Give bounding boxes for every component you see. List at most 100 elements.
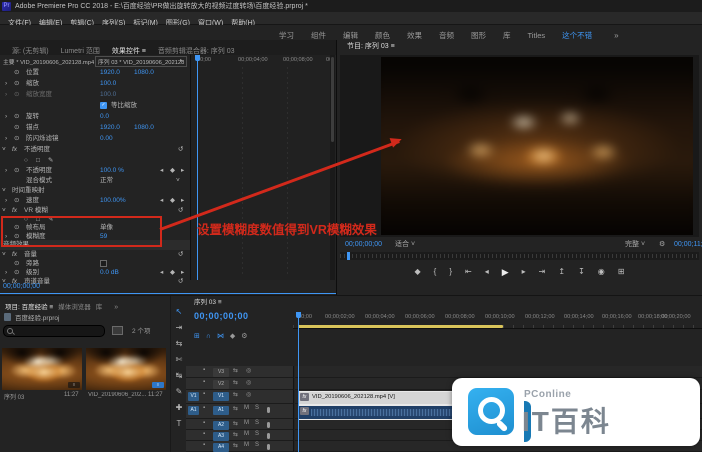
param-value[interactable]: 0.0 — [100, 112, 109, 122]
expand-chevron[interactable]: › — [5, 166, 7, 176]
insert-sequence-icon[interactable]: ⊞ — [194, 332, 200, 340]
hand-tool[interactable]: ✚ — [171, 400, 187, 416]
keyframe-playhead[interactable] — [197, 55, 198, 280]
step-forward-button[interactable]: ▸ — [522, 264, 526, 280]
track-output-eye-icon[interactable]: ◎ — [246, 367, 251, 374]
prev-keyframe-icon[interactable]: ◂ — [160, 196, 163, 206]
step-back-button[interactable]: ◂ — [485, 264, 489, 280]
timeline-timecode[interactable]: 00;00;00;00 — [194, 311, 249, 321]
source-patch-button[interactable]: V1 — [188, 392, 199, 401]
stopwatch-icon[interactable]: ⊙ — [14, 68, 19, 78]
sync-lock-icon[interactable]: ⇆ — [233, 420, 238, 427]
param-value2[interactable]: 1080.0 — [134, 68, 154, 78]
go-to-out-button[interactable]: ⇥ — [539, 264, 546, 280]
project-tab-overflow[interactable]: » — [114, 301, 118, 315]
project-item-name[interactable]: 序列 03 — [4, 392, 24, 401]
stopwatch-icon[interactable]: ⊙ — [14, 196, 19, 206]
pen-tool[interactable]: ✎ — [171, 384, 187, 400]
export-frame-button[interactable]: ◉ — [598, 264, 605, 280]
timeline-playhead[interactable] — [298, 312, 299, 452]
param-value[interactable]: 0.00 — [100, 134, 113, 144]
project-item-thumbnail[interactable]: ≡ — [86, 348, 166, 390]
lift-button[interactable]: ↥ — [558, 264, 565, 280]
stopwatch-icon[interactable]: ⊙ — [14, 166, 19, 176]
track-output-eye-icon[interactable]: ◎ — [246, 391, 251, 398]
work-area-bar[interactable] — [298, 325, 503, 328]
track-target-button[interactable]: A1 — [213, 406, 229, 415]
rect-mask-icon[interactable]: □ — [36, 156, 40, 166]
source-patch-button[interactable] — [188, 380, 199, 389]
new-bin-icon[interactable] — [112, 326, 123, 335]
project-item-thumbnail[interactable]: ≡ — [2, 348, 82, 390]
program-scrubber-playhead[interactable] — [347, 252, 350, 260]
lock-icon[interactable]: ▪ — [203, 431, 205, 437]
expand-chevron[interactable]: › — [5, 90, 7, 100]
sync-lock-icon[interactable]: ⇆ — [233, 391, 238, 398]
microphone-icon[interactable] — [267, 407, 270, 413]
track-lane[interactable] — [295, 366, 702, 378]
effect-name[interactable]: 不透明度 — [24, 145, 50, 155]
prev-keyframe-icon[interactable]: ◂ — [160, 166, 163, 176]
playback-resolution-select[interactable]: 完整 ˅ — [625, 238, 645, 251]
ellipse-mask-icon[interactable]: ○ — [24, 156, 28, 166]
program-video-frame[interactable] — [381, 57, 693, 235]
source-patch-button[interactable] — [188, 421, 199, 430]
microphone-icon[interactable] — [267, 444, 270, 450]
timeline-settings-icon[interactable]: ⚙ — [241, 332, 247, 340]
add-marker-icon[interactable]: ◆ — [230, 332, 235, 340]
scrollbar-thumb[interactable] — [331, 57, 334, 142]
keyframe-timeline-area[interactable]: 00;0000;00;04;0000;00;08;0000; — [190, 55, 331, 280]
lock-icon[interactable]: ▪ — [203, 379, 205, 385]
solo-button[interactable]: S — [255, 431, 259, 437]
program-scrubber[interactable] — [340, 252, 699, 260]
snap-icon[interactable]: ∩ — [206, 333, 211, 340]
sync-lock-icon[interactable]: ⇆ — [233, 442, 238, 449]
track-target-button[interactable]: V1 — [213, 392, 229, 401]
go-to-in-button[interactable]: ⇤ — [465, 264, 472, 280]
razor-tool[interactable]: ✄ — [171, 352, 187, 368]
slip-tool[interactable]: ↹ — [171, 368, 187, 384]
param-value[interactable]: 100.0 % — [100, 166, 124, 176]
effect-controls-timecode[interactable]: 00;00;00;00 — [3, 283, 40, 290]
sync-lock-icon[interactable]: ⇆ — [233, 379, 238, 386]
stopwatch-icon[interactable]: ⊙ — [14, 112, 19, 122]
expand-chevron[interactable]: › — [5, 112, 7, 122]
microphone-icon[interactable] — [267, 433, 270, 439]
effect-name[interactable]: 时间重映射 — [12, 186, 45, 196]
param-value2[interactable]: 1080.0 — [134, 123, 154, 133]
timeline-tab[interactable]: 序列 03 ≡ — [194, 296, 222, 309]
expand-chevron[interactable]: › — [5, 196, 7, 206]
ripple-edit-tool[interactable]: ⇆ — [171, 336, 187, 352]
add-marker-button[interactable]: ◆ — [415, 264, 421, 280]
twirl-icon[interactable]: ˅ — [2, 186, 6, 196]
sync-lock-icon[interactable]: ⇆ — [233, 431, 238, 438]
type-tool[interactable]: T — [171, 416, 187, 432]
lock-icon[interactable]: ▪ — [203, 442, 205, 448]
solo-button[interactable]: S — [255, 420, 259, 426]
lock-icon[interactable]: ▪ — [203, 420, 205, 426]
expand-chevron[interactable]: › — [5, 134, 7, 144]
lock-icon[interactable]: ▪ — [203, 367, 205, 373]
add-keyframe-icon[interactable]: ◆ — [170, 166, 175, 176]
microphone-icon[interactable] — [267, 422, 270, 428]
stopwatch-icon[interactable]: ⊙ — [14, 134, 19, 144]
project-file-name[interactable]: 百度经验.prproj — [15, 312, 59, 322]
zoom-level-select[interactable]: 适合 ˅ — [395, 238, 415, 251]
project-tab[interactable]: 库 — [96, 301, 103, 315]
stopwatch-icon[interactable]: ⊙ — [14, 123, 19, 133]
lock-icon[interactable]: ▪ — [203, 391, 205, 397]
project-item-name[interactable]: VID_20190606_202... — [88, 392, 146, 398]
expand-chevron[interactable]: › — [5, 79, 7, 89]
stopwatch-icon[interactable]: ⊙ — [14, 90, 19, 100]
source-patch-button[interactable] — [188, 443, 199, 452]
source-patch-button[interactable]: A1 — [188, 406, 199, 415]
dropdown-chevron-icon[interactable]: ˅ — [176, 176, 180, 186]
next-keyframe-icon[interactable]: ▸ — [181, 166, 184, 176]
solo-button[interactable]: S — [255, 442, 259, 448]
param-value[interactable]: 100.0 — [100, 90, 116, 100]
mute-button[interactable]: M — [244, 405, 249, 411]
uniform-scale-checkbox[interactable]: ✓ — [100, 102, 107, 109]
mark-out-button[interactable]: } — [449, 264, 452, 280]
play-button[interactable]: ▶ — [502, 264, 509, 280]
track-target-button[interactable]: A2 — [213, 421, 229, 430]
